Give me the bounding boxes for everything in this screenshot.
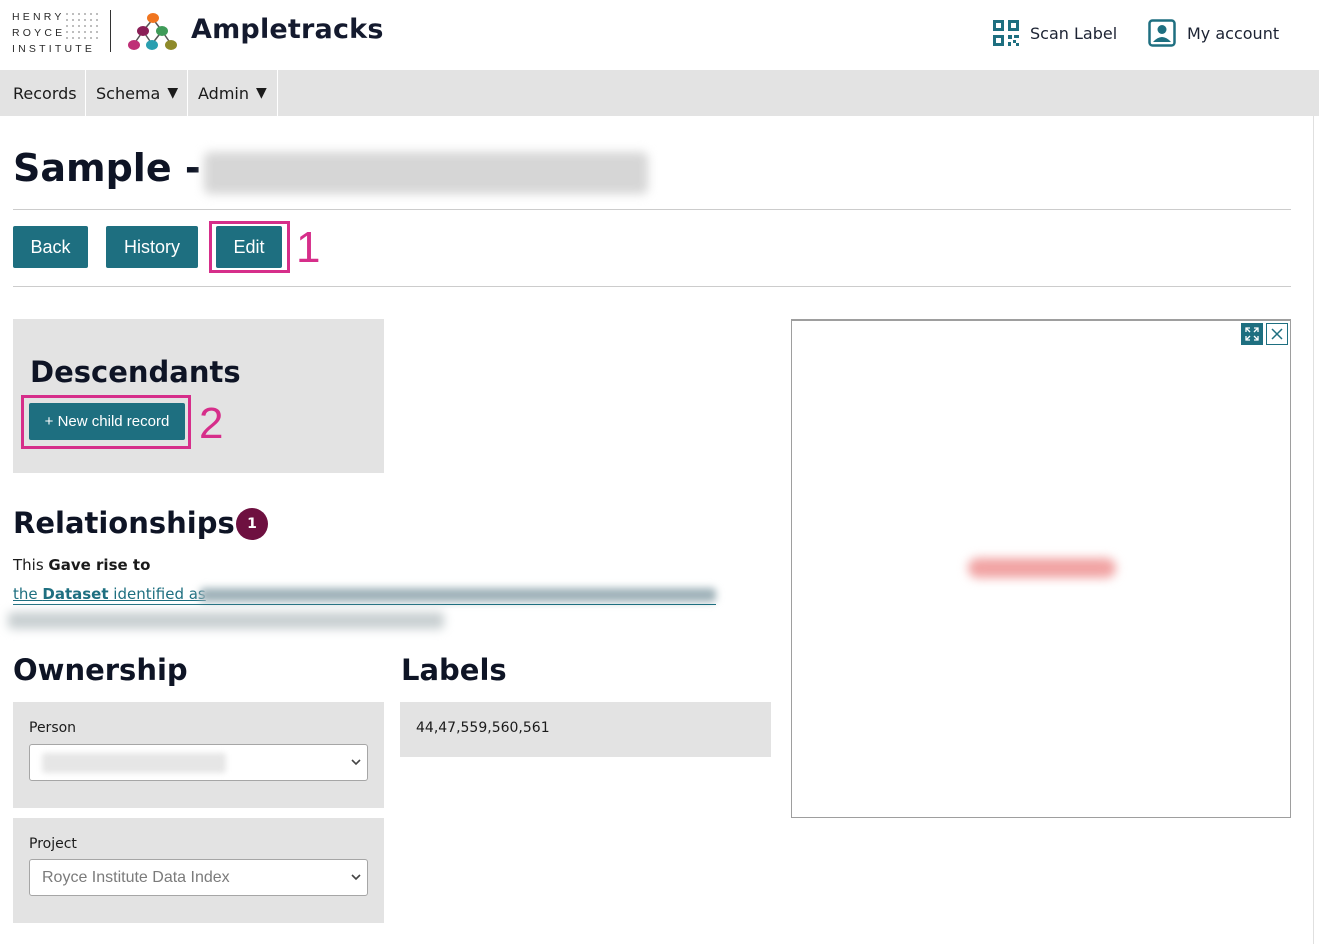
labels-value: 44,47,559,560,561	[416, 720, 550, 736]
chevron-down-icon	[351, 759, 361, 766]
close-icon	[1271, 328, 1283, 340]
user-icon	[1148, 19, 1176, 47]
labels-heading: Labels	[401, 653, 507, 687]
expand-icon	[1245, 327, 1259, 341]
caret-down-icon: ▼	[256, 85, 267, 101]
related-record-link[interactable]: the Dataset identified as	[13, 585, 206, 603]
page-scroll-edge	[1313, 116, 1314, 944]
scan-label-link[interactable]: Scan Label	[992, 18, 1117, 48]
record-preview-panel	[791, 319, 1291, 818]
logo-dot-pattern	[64, 11, 98, 41]
ownership-heading: Ownership	[13, 653, 188, 687]
link-prefix: the	[13, 585, 43, 603]
henry-royce-institute-logo: HENRY ROYCE INSTITUTE	[12, 9, 98, 55]
redacted-record-name	[204, 152, 648, 194]
redacted-person-name	[42, 753, 226, 773]
redacted-preview-content	[968, 558, 1116, 578]
nav-item-records[interactable]: Records	[0, 70, 86, 116]
nav-item-admin[interactable]: Admin ▼	[188, 70, 278, 116]
ampletracks-logo-icon	[128, 13, 177, 50]
link-record-type: Dataset	[42, 585, 109, 603]
back-button[interactable]: Back	[13, 226, 88, 268]
relationships-count-badge: 1	[236, 508, 268, 540]
my-account-link[interactable]: My account	[1148, 18, 1279, 48]
nav-item-label: Records	[13, 83, 77, 103]
relationship-description: This Gave rise to	[13, 556, 150, 574]
relationship-type: Gave rise to	[48, 556, 151, 574]
history-button[interactable]: History	[106, 226, 198, 268]
link-underline	[13, 604, 716, 605]
edit-highlight-box	[209, 221, 290, 273]
annotation-marker-2: 2	[199, 399, 224, 448]
redacted-link-text-continued	[8, 612, 444, 629]
person-label: Person	[29, 720, 77, 736]
page-title: Sample -	[13, 146, 201, 190]
app-header: HENRY ROYCE INSTITUTE Ampletracks Scan L…	[0, 0, 1319, 70]
project-select-value: Royce Institute Data Index	[42, 869, 230, 886]
nav-item-label: Admin	[198, 83, 249, 103]
nav-item-label: Schema	[96, 83, 161, 103]
annotation-marker-1: 1	[296, 223, 321, 272]
redacted-link-text	[200, 588, 716, 602]
nav-item-schema[interactable]: Schema ▼	[86, 70, 188, 116]
institute-logo-line-3: INSTITUTE	[12, 43, 96, 55]
person-select[interactable]	[29, 744, 368, 781]
new-child-highlight-box	[21, 395, 191, 449]
close-preview-button[interactable]	[1266, 323, 1288, 345]
logo-divider	[110, 10, 111, 52]
brand-name[interactable]: Ampletracks	[191, 14, 384, 45]
caret-down-icon: ▼	[167, 85, 179, 101]
relationship-prefix: This	[13, 556, 49, 574]
scan-label-text: Scan Label	[1030, 23, 1118, 43]
divider	[13, 209, 1291, 210]
link-suffix: identified as	[108, 585, 206, 603]
qr-code-icon	[993, 20, 1019, 46]
descendants-heading: Descendants	[30, 355, 241, 389]
divider	[13, 286, 1291, 287]
project-label: Project	[29, 836, 77, 852]
relationships-heading: Relationships	[13, 506, 235, 540]
expand-button[interactable]	[1241, 323, 1263, 345]
my-account-text: My account	[1187, 23, 1280, 43]
chevron-down-icon	[351, 874, 361, 881]
project-select[interactable]: Royce Institute Data Index	[29, 859, 368, 896]
main-nav: Records Schema ▼ Admin ▼	[0, 70, 1319, 116]
